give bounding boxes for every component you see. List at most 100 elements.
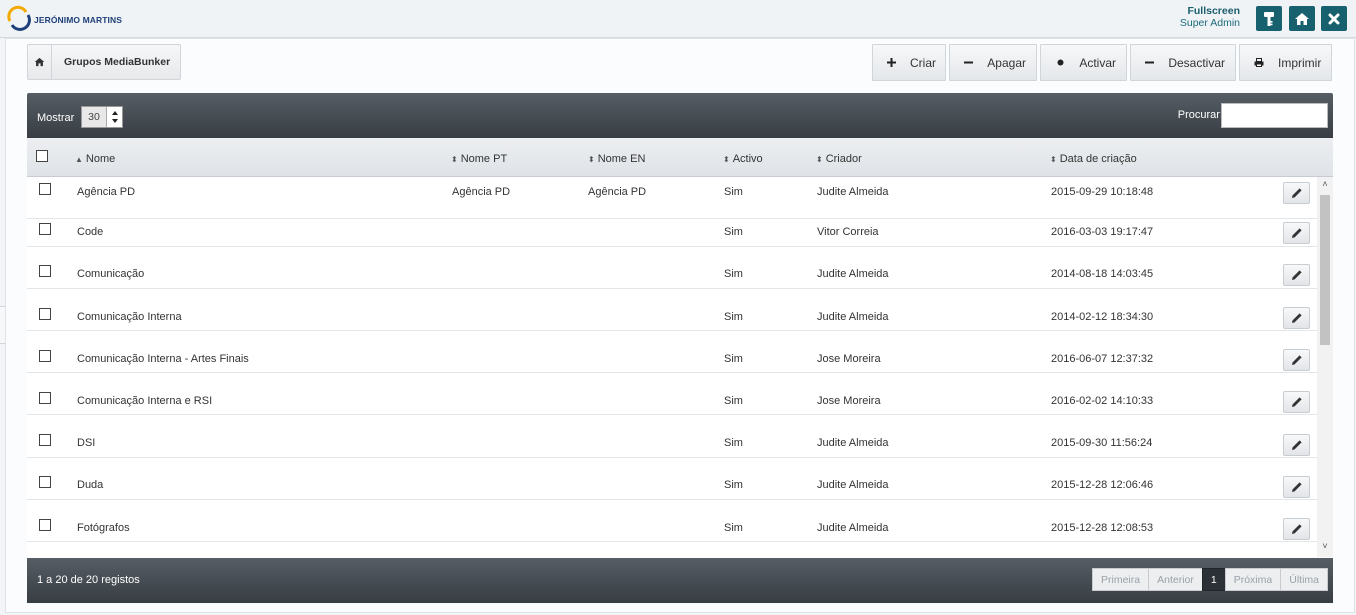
edit-button[interactable] <box>1283 476 1310 498</box>
cell-criador: Judite Almeida <box>817 268 889 280</box>
cell-activo: Sim <box>724 268 743 280</box>
pencil-icon <box>1291 524 1302 534</box>
column-header-activo[interactable]: ⬍ Activo <box>723 153 763 165</box>
page-size-value[interactable]: 30 <box>82 107 106 127</box>
plus-icon <box>887 58 896 67</box>
cell-data-criacao: 2014-02-12 18:34:30 <box>1051 311 1154 323</box>
breadcrumb-item-current[interactable]: Grupos MediaBunker <box>52 45 180 79</box>
cell-criador: Judite Almeida <box>817 479 889 491</box>
spinner-arrows-icon[interactable] <box>106 107 122 127</box>
search-input[interactable] <box>1221 103 1328 128</box>
cell-criador: Jose Moreira <box>817 395 881 407</box>
cell-criador: Vitor Correia <box>817 226 879 238</box>
create-button-label: Criar <box>910 55 936 70</box>
table-row[interactable]: Comunicação Interna - Artes Finais Sim J… <box>27 331 1317 373</box>
sort-asc-icon: ▲ <box>75 155 83 164</box>
pagination-first[interactable]: Primeira <box>1092 568 1150 591</box>
scroll-up-icon[interactable]: ˄ <box>1317 179 1333 193</box>
cell-criador: Judite Almeida <box>817 522 889 534</box>
cell-nome-pt: Agência PD <box>452 186 511 198</box>
table-row[interactable]: Code Sim Vitor Correia 2016-03-03 19:17:… <box>27 205 1317 247</box>
edit-button[interactable] <box>1283 222 1310 244</box>
key-icon <box>1264 11 1274 26</box>
scrollbar-thumb[interactable] <box>1320 195 1330 345</box>
sort-icon: ⬍ <box>451 155 458 164</box>
cell-criador: Jose Moreira <box>817 353 881 365</box>
toolbar: Criar Apagar Activar Desactivar Imprimir <box>872 44 1332 81</box>
pencil-icon <box>1291 397 1302 407</box>
cell-criador: Judite Almeida <box>817 311 889 323</box>
edit-button[interactable] <box>1283 391 1310 413</box>
brand-name: JERÓNIMO MARTINS <box>34 15 123 25</box>
row-checkbox[interactable] <box>39 308 51 320</box>
cell-activo: Sim <box>724 522 743 534</box>
table-row[interactable]: Comunicação Sim Judite Almeida 2014-08-1… <box>27 247 1317 289</box>
cell-nome: Agência PD <box>77 186 136 198</box>
pagination-previous[interactable]: Anterior <box>1148 568 1203 591</box>
cell-nome: Fotógrafos <box>77 522 130 534</box>
column-header-nome-pt[interactable]: ⬍ Nome PT <box>451 153 507 165</box>
table-row[interactable]: Comunicação Interna Sim Judite Almeida 2… <box>27 289 1317 331</box>
edit-button[interactable] <box>1283 182 1310 204</box>
row-checkbox[interactable] <box>39 265 51 277</box>
sort-icon: ⬍ <box>723 155 730 164</box>
grid-toolbar: Mostrar 30 Procurar: <box>27 93 1333 138</box>
logo-icon <box>7 5 31 31</box>
cell-data-criacao: 2016-06-07 12:37:32 <box>1051 353 1154 365</box>
table-row[interactable]: Comunicação Interna e RSI Sim Jose Morei… <box>27 373 1317 415</box>
row-checkbox[interactable] <box>39 519 51 531</box>
cell-nome: Duda <box>77 479 104 491</box>
edit-button[interactable] <box>1283 434 1310 456</box>
search-label: Procurar: <box>1177 109 1223 121</box>
deactivate-button[interactable]: Desactivar <box>1130 44 1236 81</box>
row-checkbox[interactable] <box>39 392 51 404</box>
key-button[interactable] <box>1256 6 1282 31</box>
pagination-last[interactable]: Última <box>1280 568 1328 591</box>
edit-button[interactable] <box>1283 349 1310 371</box>
cell-activo: Sim <box>724 395 743 407</box>
pencil-icon <box>1291 440 1302 450</box>
fullscreen-link[interactable]: Fullscreen <box>1180 5 1240 17</box>
column-header-nome[interactable]: ▲ Nome <box>75 153 115 165</box>
cell-nome-en: Agência PD <box>588 186 647 198</box>
edit-button[interactable] <box>1283 518 1310 540</box>
pencil-icon <box>1291 188 1302 198</box>
pencil-icon <box>1291 313 1302 323</box>
table-scrollbar[interactable]: ˄ ˅ <box>1317 177 1333 557</box>
table-row[interactable]: DSI Sim Judite Almeida 2015-09-30 11:56:… <box>27 416 1317 458</box>
grid-footer: 1 a 20 de 20 registos Primeira Anterior … <box>27 558 1333 603</box>
row-checkbox[interactable] <box>39 434 51 446</box>
delete-button[interactable]: Apagar <box>949 44 1037 81</box>
column-header-nome-en[interactable]: ⬍ Nome EN <box>588 153 645 165</box>
brand-logo[interactable]: JERÓNIMO MARTINS <box>6 5 136 31</box>
breadcrumb-home[interactable] <box>28 45 52 79</box>
row-checkbox[interactable] <box>39 223 51 235</box>
scroll-down-icon[interactable]: ˅ <box>1317 541 1333 555</box>
cell-activo: Sim <box>724 437 743 449</box>
sort-icon: ⬍ <box>1050 155 1057 164</box>
pagination-next[interactable]: Próxima <box>1224 568 1282 591</box>
column-header-data-criacao[interactable]: ⬍ Data de criação <box>1050 153 1137 165</box>
select-all-checkbox[interactable] <box>36 150 48 162</box>
cell-nome: Comunicação Interna <box>77 311 182 323</box>
table-row[interactable]: Duda Sim Judite Almeida 2015-12-28 12:06… <box>27 458 1317 500</box>
column-header-criador[interactable]: ⬍ Criador <box>816 153 862 165</box>
pagination-page-1[interactable]: 1 <box>1201 568 1226 591</box>
cell-activo: Sim <box>724 311 743 323</box>
minus-icon <box>964 58 974 67</box>
close-button[interactable] <box>1321 6 1347 31</box>
row-checkbox[interactable] <box>39 183 51 195</box>
edit-button[interactable] <box>1283 307 1310 329</box>
row-checkbox[interactable] <box>39 350 51 362</box>
user-role: Super Admin <box>1179 17 1240 29</box>
table-row[interactable]: Fotógrafos Sim Judite Almeida 2015-12-28… <box>27 500 1317 542</box>
page-size-stepper[interactable]: 30 <box>81 106 123 128</box>
activate-button[interactable]: Activar <box>1040 44 1127 81</box>
row-checkbox[interactable] <box>39 476 51 488</box>
pencil-icon <box>1291 355 1302 365</box>
home-button[interactable] <box>1289 6 1315 31</box>
edit-button[interactable] <box>1283 264 1310 286</box>
print-button[interactable]: Imprimir <box>1239 44 1332 81</box>
activate-button-label: Activar <box>1079 55 1116 70</box>
create-button[interactable]: Criar <box>872 44 946 81</box>
